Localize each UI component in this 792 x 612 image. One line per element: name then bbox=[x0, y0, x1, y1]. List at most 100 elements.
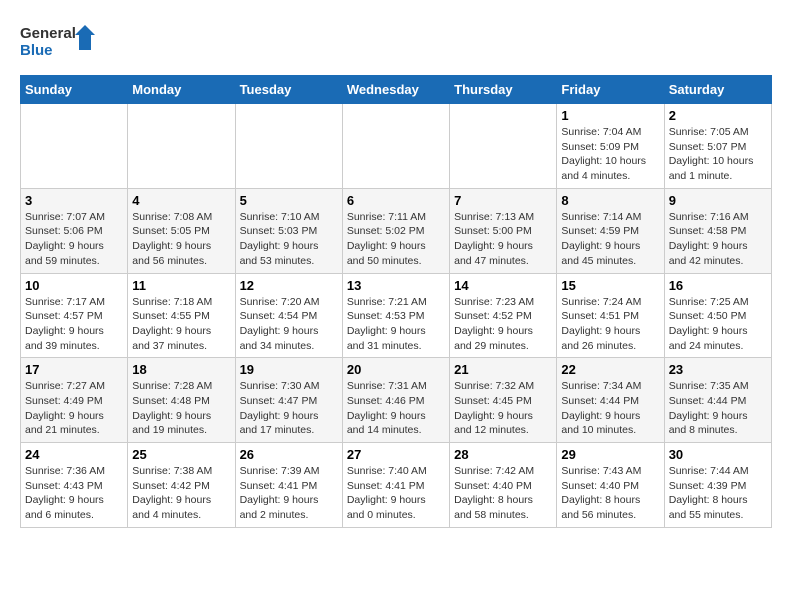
calendar-cell: 5 Sunrise: 7:10 AM Sunset: 5:03 PM Daylig… bbox=[235, 188, 342, 273]
day-info: Sunrise: 7:32 AM Sunset: 4:45 PM Dayligh… bbox=[454, 379, 552, 438]
day-info: Sunrise: 7:42 AM Sunset: 4:40 PM Dayligh… bbox=[454, 464, 552, 523]
day-number: 27 bbox=[347, 447, 445, 462]
calendar-cell: 3 Sunrise: 7:07 AM Sunset: 5:06 PM Daylig… bbox=[21, 188, 128, 273]
day-number: 29 bbox=[561, 447, 659, 462]
logo-svg: General Blue bbox=[20, 20, 100, 65]
day-info: Sunrise: 7:39 AM Sunset: 4:41 PM Dayligh… bbox=[240, 464, 338, 523]
calendar-cell: 1 Sunrise: 7:04 AM Sunset: 5:09 PM Daylig… bbox=[557, 104, 664, 189]
calendar-cell: 12Sunrise: 7:20 AM Sunset: 4:54 PM Dayli… bbox=[235, 273, 342, 358]
day-info: Sunrise: 7:35 AM Sunset: 4:44 PM Dayligh… bbox=[669, 379, 767, 438]
day-info: Sunrise: 7:23 AM Sunset: 4:52 PM Dayligh… bbox=[454, 295, 552, 354]
day-info: Sunrise: 7:04 AM Sunset: 5:09 PM Dayligh… bbox=[561, 125, 659, 184]
day-number: 23 bbox=[669, 362, 767, 377]
calendar-week-3: 17 Sunrise: 7:27 AM Sunset: 4:49 PM Dayli… bbox=[21, 358, 772, 443]
logo: General Blue bbox=[20, 20, 100, 65]
calendar-cell: 23 Sunrise: 7:35 AM Sunset: 4:44 PM Dayli… bbox=[664, 358, 771, 443]
day-info: Sunrise: 7:10 AM Sunset: 5:03 PM Dayligh… bbox=[240, 210, 338, 269]
day-number: 4 bbox=[132, 193, 230, 208]
day-info: Sunrise: 7:21 AM Sunset: 4:53 PM Dayligh… bbox=[347, 295, 445, 354]
day-number: 25 bbox=[132, 447, 230, 462]
calendar-week-0: 1 Sunrise: 7:04 AM Sunset: 5:09 PM Daylig… bbox=[21, 104, 772, 189]
day-number: 9 bbox=[669, 193, 767, 208]
day-number: 22 bbox=[561, 362, 659, 377]
calendar-cell: 28 Sunrise: 7:42 AM Sunset: 4:40 PM Dayli… bbox=[450, 443, 557, 528]
day-info: Sunrise: 7:18 AM Sunset: 4:55 PM Dayligh… bbox=[132, 295, 230, 354]
day-number: 7 bbox=[454, 193, 552, 208]
calendar-cell: 25 Sunrise: 7:38 AM Sunset: 4:42 PM Dayli… bbox=[128, 443, 235, 528]
header: General Blue bbox=[20, 20, 772, 65]
calendar-cell bbox=[450, 104, 557, 189]
day-info: Sunrise: 7:08 AM Sunset: 5:05 PM Dayligh… bbox=[132, 210, 230, 269]
day-info: Sunrise: 7:38 AM Sunset: 4:42 PM Dayligh… bbox=[132, 464, 230, 523]
calendar-cell: 7 Sunrise: 7:13 AM Sunset: 5:00 PM Daylig… bbox=[450, 188, 557, 273]
day-number: 15 bbox=[561, 278, 659, 293]
calendar-cell: 24 Sunrise: 7:36 AM Sunset: 4:43 PM Dayli… bbox=[21, 443, 128, 528]
day-number: 2 bbox=[669, 108, 767, 123]
calendar-cell: 11 Sunrise: 7:18 AM Sunset: 4:55 PM Dayli… bbox=[128, 273, 235, 358]
day-info: Sunrise: 7:13 AM Sunset: 5:00 PM Dayligh… bbox=[454, 210, 552, 269]
day-info: Sunrise: 7:05 AM Sunset: 5:07 PM Dayligh… bbox=[669, 125, 767, 184]
day-number: 18 bbox=[132, 362, 230, 377]
day-number: 17 bbox=[25, 362, 123, 377]
calendar-cell: 8Sunrise: 7:14 AM Sunset: 4:59 PM Daylig… bbox=[557, 188, 664, 273]
calendar-week-4: 24 Sunrise: 7:36 AM Sunset: 4:43 PM Dayli… bbox=[21, 443, 772, 528]
day-info: Sunrise: 7:17 AM Sunset: 4:57 PM Dayligh… bbox=[25, 295, 123, 354]
day-number: 20 bbox=[347, 362, 445, 377]
day-number: 6 bbox=[347, 193, 445, 208]
day-info: Sunrise: 7:30 AM Sunset: 4:47 PM Dayligh… bbox=[240, 379, 338, 438]
calendar-header-row: SundayMondayTuesdayWednesdayThursdayFrid… bbox=[21, 76, 772, 104]
calendar-header-thursday: Thursday bbox=[450, 76, 557, 104]
day-number: 16 bbox=[669, 278, 767, 293]
day-info: Sunrise: 7:16 AM Sunset: 4:58 PM Dayligh… bbox=[669, 210, 767, 269]
calendar-cell: 14 Sunrise: 7:23 AM Sunset: 4:52 PM Dayli… bbox=[450, 273, 557, 358]
day-number: 19 bbox=[240, 362, 338, 377]
day-number: 1 bbox=[561, 108, 659, 123]
day-number: 3 bbox=[25, 193, 123, 208]
day-info: Sunrise: 7:43 AM Sunset: 4:40 PM Dayligh… bbox=[561, 464, 659, 523]
calendar-cell: 16 Sunrise: 7:25 AM Sunset: 4:50 PM Dayli… bbox=[664, 273, 771, 358]
calendar-cell: 21 Sunrise: 7:32 AM Sunset: 4:45 PM Dayli… bbox=[450, 358, 557, 443]
calendar-cell: 13 Sunrise: 7:21 AM Sunset: 4:53 PM Dayli… bbox=[342, 273, 449, 358]
calendar-cell: 4 Sunrise: 7:08 AM Sunset: 5:05 PM Daylig… bbox=[128, 188, 235, 273]
day-number: 28 bbox=[454, 447, 552, 462]
calendar-header-monday: Monday bbox=[128, 76, 235, 104]
day-info: Sunrise: 7:07 AM Sunset: 5:06 PM Dayligh… bbox=[25, 210, 123, 269]
day-number: 10 bbox=[25, 278, 123, 293]
calendar-header-saturday: Saturday bbox=[664, 76, 771, 104]
day-info: Sunrise: 7:20 AM Sunset: 4:54 PM Dayligh… bbox=[240, 295, 338, 354]
calendar-cell: 26 Sunrise: 7:39 AM Sunset: 4:41 PM Dayli… bbox=[235, 443, 342, 528]
day-number: 30 bbox=[669, 447, 767, 462]
day-info: Sunrise: 7:25 AM Sunset: 4:50 PM Dayligh… bbox=[669, 295, 767, 354]
calendar-header-friday: Friday bbox=[557, 76, 664, 104]
calendar-cell: 15 Sunrise: 7:24 AM Sunset: 4:51 PM Dayli… bbox=[557, 273, 664, 358]
day-info: Sunrise: 7:27 AM Sunset: 4:49 PM Dayligh… bbox=[25, 379, 123, 438]
calendar-week-1: 3 Sunrise: 7:07 AM Sunset: 5:06 PM Daylig… bbox=[21, 188, 772, 273]
day-info: Sunrise: 7:11 AM Sunset: 5:02 PM Dayligh… bbox=[347, 210, 445, 269]
day-number: 24 bbox=[25, 447, 123, 462]
day-number: 21 bbox=[454, 362, 552, 377]
day-info: Sunrise: 7:40 AM Sunset: 4:41 PM Dayligh… bbox=[347, 464, 445, 523]
day-number: 11 bbox=[132, 278, 230, 293]
day-info: Sunrise: 7:36 AM Sunset: 4:43 PM Dayligh… bbox=[25, 464, 123, 523]
calendar-cell: 19 Sunrise: 7:30 AM Sunset: 4:47 PM Dayli… bbox=[235, 358, 342, 443]
svg-text:General: General bbox=[20, 25, 76, 42]
calendar-cell: 18 Sunrise: 7:28 AM Sunset: 4:48 PM Dayli… bbox=[128, 358, 235, 443]
calendar-header-wednesday: Wednesday bbox=[342, 76, 449, 104]
calendar-cell bbox=[21, 104, 128, 189]
day-info: Sunrise: 7:34 AM Sunset: 4:44 PM Dayligh… bbox=[561, 379, 659, 438]
calendar-week-2: 10 Sunrise: 7:17 AM Sunset: 4:57 PM Dayli… bbox=[21, 273, 772, 358]
calendar-cell bbox=[128, 104, 235, 189]
day-number: 13 bbox=[347, 278, 445, 293]
day-number: 26 bbox=[240, 447, 338, 462]
day-number: 5 bbox=[240, 193, 338, 208]
calendar-header-tuesday: Tuesday bbox=[235, 76, 342, 104]
day-info: Sunrise: 7:28 AM Sunset: 4:48 PM Dayligh… bbox=[132, 379, 230, 438]
day-number: 14 bbox=[454, 278, 552, 293]
calendar-cell: 2 Sunrise: 7:05 AM Sunset: 5:07 PM Daylig… bbox=[664, 104, 771, 189]
calendar-cell: 29 Sunrise: 7:43 AM Sunset: 4:40 PM Dayli… bbox=[557, 443, 664, 528]
calendar-header-sunday: Sunday bbox=[21, 76, 128, 104]
day-number: 8 bbox=[561, 193, 659, 208]
calendar-cell: 10 Sunrise: 7:17 AM Sunset: 4:57 PM Dayli… bbox=[21, 273, 128, 358]
day-info: Sunrise: 7:24 AM Sunset: 4:51 PM Dayligh… bbox=[561, 295, 659, 354]
calendar-cell: 22 Sunrise: 7:34 AM Sunset: 4:44 PM Dayli… bbox=[557, 358, 664, 443]
